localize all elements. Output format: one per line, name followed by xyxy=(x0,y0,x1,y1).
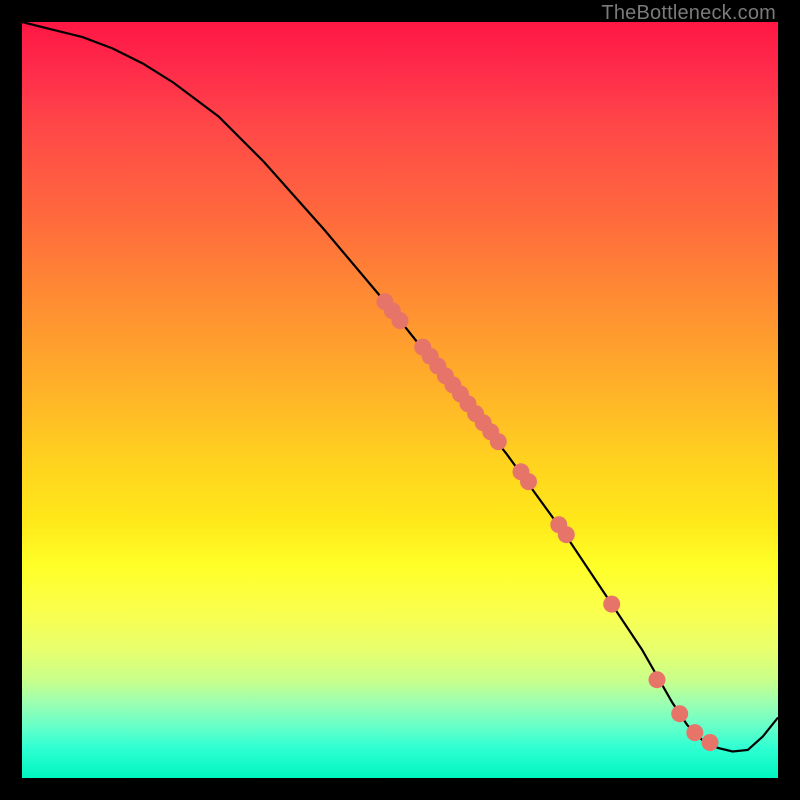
chart-frame: TheBottleneck.com xyxy=(0,0,800,800)
data-dot xyxy=(702,734,719,751)
chart-svg xyxy=(22,22,778,778)
plot-area xyxy=(22,22,778,778)
data-dot xyxy=(671,705,688,722)
data-dot xyxy=(649,671,666,688)
data-dot xyxy=(520,473,537,490)
data-dots xyxy=(376,293,718,751)
data-dot xyxy=(686,724,703,741)
data-dot xyxy=(392,312,409,329)
data-dot xyxy=(558,526,575,543)
data-dot xyxy=(603,596,620,613)
main-curve xyxy=(22,22,778,752)
data-dot xyxy=(490,433,507,450)
